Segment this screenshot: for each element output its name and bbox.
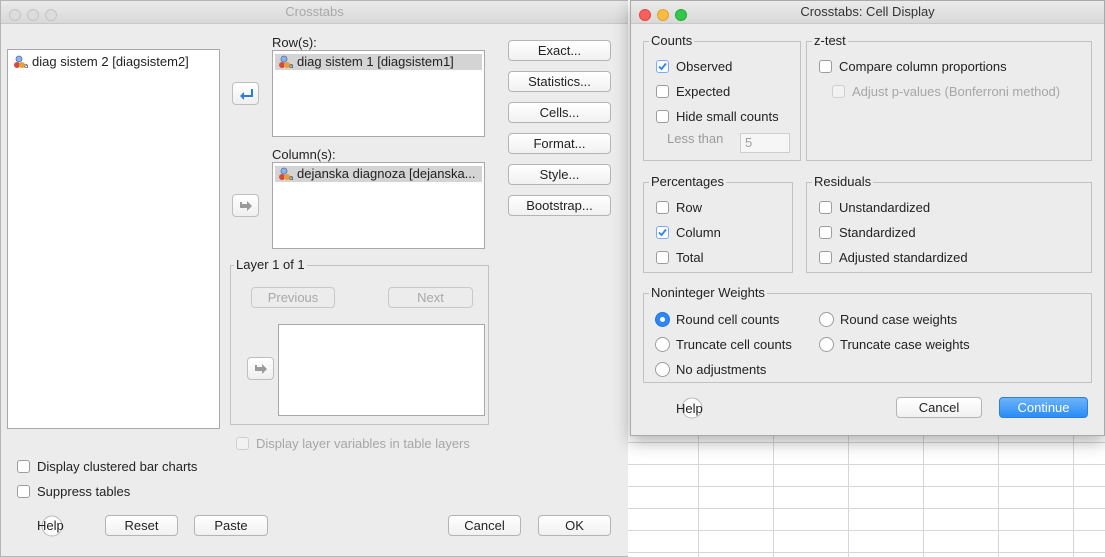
rows-list[interactable]: a diag sistem 1 [diagsistem1] — [272, 50, 485, 137]
reset-button[interactable]: Reset — [105, 515, 178, 536]
adjusted-standardized-checkbox[interactable]: Adjusted standardized — [819, 249, 968, 267]
checkmark-icon — [658, 228, 667, 237]
no-adjustments-radio[interactable]: No adjustments — [655, 361, 766, 379]
minimize-window-icon[interactable] — [657, 9, 669, 21]
suppress-tables-checkbox[interactable]: Suppress tables — [17, 483, 130, 501]
continue-button[interactable]: Continue — [999, 397, 1088, 418]
exact-button[interactable]: Exact... — [508, 40, 611, 61]
help-button-label[interactable]: Help — [37, 518, 64, 533]
less-than-input[interactable]: 5 — [740, 133, 790, 153]
columns-item-label: dejanska diagnoza [dejanska... — [297, 166, 476, 181]
rows-item-label: diag sistem 1 [diagsistem1] — [297, 54, 454, 69]
standardized-checkbox[interactable]: Standardized — [819, 224, 916, 242]
noninteger-weights-label: Noninteger Weights — [649, 285, 767, 300]
display-layer-variables-checkbox[interactable]: Display layer variables in table layers — [236, 435, 470, 453]
clustered-bar-charts-checkbox[interactable]: Display clustered bar charts — [17, 458, 197, 476]
style-button[interactable]: Style... — [508, 164, 611, 185]
format-button[interactable]: Format... — [508, 133, 611, 154]
data-grid-background — [628, 432, 1105, 557]
minimize-window-icon[interactable] — [27, 9, 39, 21]
checkmark-icon — [658, 62, 667, 71]
zoom-window-icon[interactable] — [675, 9, 687, 21]
columns-list[interactable]: a dejanska diagnoza [dejanska... — [272, 162, 485, 249]
percentages-group: Percentages Row Column Total — [643, 174, 793, 273]
residuals-group: Residuals Unstandardized Standardized Ad… — [806, 174, 1092, 273]
cell-display-dialog: Crosstabs: Cell Display Counts Observed … — [630, 0, 1105, 436]
source-variable-list[interactable]: a diag sistem 2 [diagsistem2] — [7, 49, 220, 429]
close-window-icon[interactable] — [639, 9, 651, 21]
svg-text:a: a — [289, 62, 293, 69]
adjust-p-values-checkbox[interactable]: Adjust p-values (Bonferroni method) — [832, 83, 1060, 101]
source-item-label: diag sistem 2 [diagsistem2] — [32, 54, 189, 69]
cells-button[interactable]: Cells... — [508, 102, 611, 123]
list-item[interactable]: a diag sistem 1 [diagsistem1] — [275, 54, 482, 70]
arrow-right-icon — [255, 364, 267, 374]
next-layer-button[interactable]: Next — [388, 287, 473, 308]
arrow-right-icon — [240, 201, 252, 211]
total-percent-checkbox[interactable]: Total — [656, 249, 703, 267]
less-than-label: Less than — [667, 131, 724, 146]
bootstrap-button[interactable]: Bootstrap... — [508, 195, 611, 216]
paste-button[interactable]: Paste — [194, 515, 268, 536]
round-case-weights-radio[interactable]: Round case weights — [819, 311, 957, 329]
unstandardized-checkbox[interactable]: Unstandardized — [819, 199, 930, 217]
z-test-label: z-test — [812, 33, 848, 48]
svg-text:a: a — [289, 174, 293, 181]
nominal-variable-icon: a — [14, 55, 28, 69]
hide-small-counts-checkbox[interactable]: Hide small counts — [656, 108, 779, 126]
window-title: Crosstabs — [285, 4, 344, 19]
expected-checkbox[interactable]: Expected — [656, 83, 730, 101]
svg-text:a: a — [24, 62, 28, 69]
z-test-group: z-test Compare column proportions Adjust… — [806, 33, 1092, 161]
truncate-case-weights-radio[interactable]: Truncate case weights — [819, 336, 970, 354]
close-window-icon[interactable] — [9, 9, 21, 21]
cancel-button[interactable]: Cancel — [448, 515, 521, 536]
help-button-label[interactable]: Help — [676, 401, 703, 416]
move-to-rows-button[interactable] — [232, 82, 259, 105]
dialog-title: Crosstabs: Cell Display — [800, 4, 935, 19]
zoom-window-icon[interactable] — [45, 9, 57, 21]
cancel-button[interactable]: Cancel — [896, 397, 982, 418]
percentages-label: Percentages — [649, 174, 726, 189]
layer-list[interactable] — [278, 324, 485, 416]
truncate-cell-counts-radio[interactable]: Truncate cell counts — [655, 336, 792, 354]
compare-column-proportions-checkbox[interactable]: Compare column proportions — [819, 58, 1007, 76]
columns-label: Column(s): — [272, 147, 336, 162]
ok-button[interactable]: OK — [538, 515, 611, 536]
residuals-label: Residuals — [812, 174, 874, 189]
nominal-variable-icon: a — [279, 55, 293, 69]
statistics-button[interactable]: Statistics... — [508, 71, 611, 92]
cell-display-titlebar[interactable]: Crosstabs: Cell Display — [631, 1, 1104, 24]
observed-checkbox[interactable]: Observed — [656, 58, 732, 76]
rows-label: Row(s): — [272, 35, 317, 50]
move-to-columns-button[interactable] — [232, 194, 259, 217]
counts-label: Counts — [649, 33, 695, 48]
round-cell-counts-radio[interactable]: Round cell counts — [655, 311, 779, 329]
noninteger-weights-group: Noninteger Weights Round cell counts Rou… — [643, 285, 1092, 383]
list-item[interactable]: a dejanska diagnoza [dejanska... — [275, 166, 482, 182]
layer-label: Layer 1 of 1 — [234, 257, 307, 272]
move-to-layer-button[interactable] — [247, 357, 274, 380]
column-percent-checkbox[interactable]: Column — [656, 224, 721, 242]
nominal-variable-icon: a — [279, 167, 293, 181]
layer-group: Layer 1 of 1 Previous Next — [230, 257, 489, 425]
arrow-left-icon — [240, 89, 253, 100]
row-percent-checkbox[interactable]: Row — [656, 199, 702, 217]
list-item[interactable]: a diag sistem 2 [diagsistem2] — [10, 54, 217, 70]
crosstabs-titlebar[interactable]: Crosstabs — [1, 1, 628, 24]
counts-group: Counts Observed Expected Hide small coun… — [643, 33, 801, 161]
window-controls — [639, 6, 693, 28]
window-controls — [9, 6, 63, 28]
previous-layer-button[interactable]: Previous — [251, 287, 335, 308]
crosstabs-window: Crosstabs a diag sistem 2 [diagsistem2] … — [0, 0, 628, 557]
